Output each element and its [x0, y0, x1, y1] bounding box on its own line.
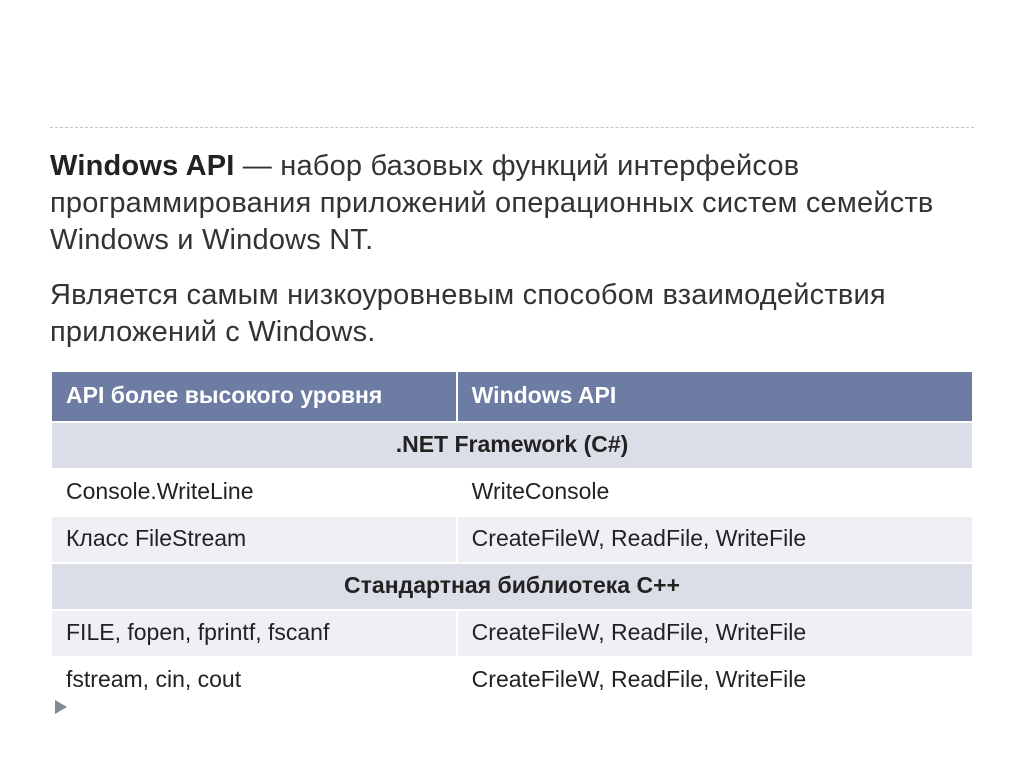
play-arrow-icon [52, 698, 70, 716]
table-cell: CreateFileW, ReadFile, WriteFile [457, 610, 973, 657]
table-header-col2: Windows API [457, 371, 973, 422]
table-cell: Console.WriteLine [51, 469, 457, 516]
paragraph-note: Является самым низкоуровневым способом в… [50, 277, 974, 351]
content-area: Windows API — набор базовых функций инте… [50, 148, 974, 705]
api-table: API более высокого уровня Windows API .N… [50, 370, 974, 705]
table-cell: Класс FileStream [51, 516, 457, 563]
table-section-cpp: Стандартная библиотека С++ [51, 563, 973, 610]
table-section-label: Стандартная библиотека С++ [51, 563, 973, 610]
table-row: Класс FileStream CreateFileW, ReadFile, … [51, 516, 973, 563]
table-cell: CreateFileW, ReadFile, WriteFile [457, 516, 973, 563]
table-header-row: API более высокого уровня Windows API [51, 371, 973, 422]
table-row: Console.WriteLine WriteConsole [51, 469, 973, 516]
table-row: fstream, cin, cout CreateFileW, ReadFile… [51, 657, 973, 704]
term-windows-api: Windows API [50, 150, 235, 182]
paragraph-definition: Windows API — набор базовых функций инте… [50, 148, 974, 259]
slide: Windows API — набор базовых функций инте… [0, 0, 1024, 768]
table-cell: CreateFileW, ReadFile, WriteFile [457, 657, 973, 704]
table-row: FILE, fopen, fprintf, fscanf CreateFileW… [51, 610, 973, 657]
table-cell: FILE, fopen, fprintf, fscanf [51, 610, 457, 657]
table-header-col1: API более высокого уровня [51, 371, 457, 422]
divider-dashed [50, 127, 974, 128]
table-cell: fstream, cin, cout [51, 657, 457, 704]
table-section-dotnet: .NET Framework (C#) [51, 422, 973, 469]
table-cell: WriteConsole [457, 469, 973, 516]
table-section-label: .NET Framework (C#) [51, 422, 973, 469]
